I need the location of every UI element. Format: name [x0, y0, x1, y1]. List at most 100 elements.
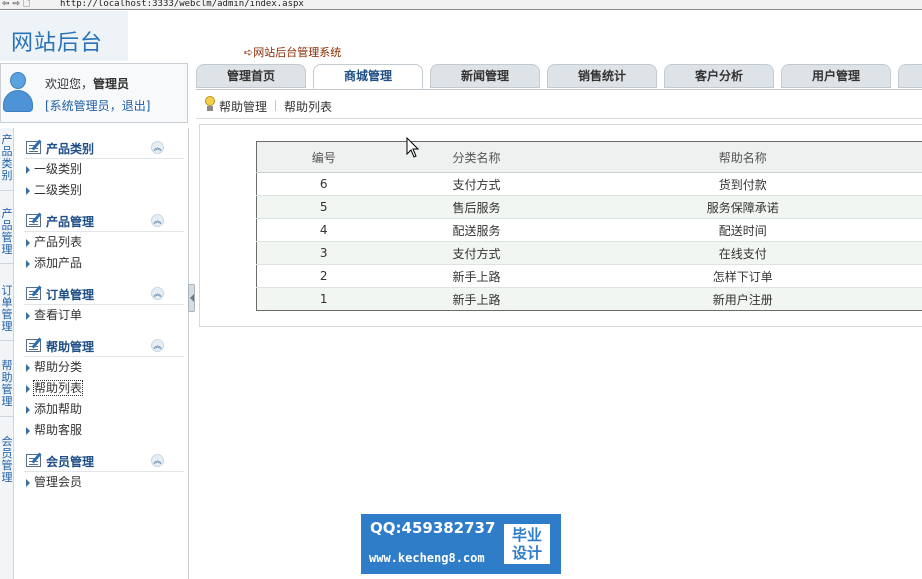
collapse-icon[interactable]: ︽ — [151, 339, 164, 352]
tab-user-management[interactable]: 用户管理 — [781, 64, 891, 88]
table-row[interactable]: 6 支付方式 货到付款 — [256, 172, 922, 196]
edit-icon — [26, 214, 41, 227]
vtab-divider — [0, 190, 14, 191]
sidebar-section-order-management: 订单管理 ︽ 查看订单 — [24, 283, 184, 326]
sidebar-collapse-toggle[interactable] — [188, 284, 195, 312]
tab-sales-statistics[interactable]: 销售统计 — [547, 64, 657, 88]
user-role-link[interactable]: [系统管理员 — [45, 99, 110, 113]
welcome-label: 欢迎您， — [45, 77, 94, 91]
watermark-url: www.kecheng8.com — [369, 551, 485, 565]
section-title: 订单管理 — [46, 288, 95, 302]
cell-id: 1 — [256, 287, 391, 311]
table-row[interactable]: 5 售后服务 服务保障承诺 — [256, 195, 922, 219]
table-row[interactable]: 3 支付方式 在线支付 — [256, 241, 922, 265]
subnav-divider — [275, 100, 276, 111]
sidebar: 产品类别 ︽ 一级类别 二级类别 产品管理 ︽ 产品列表 添加产品 订单管理 ︽… — [14, 128, 189, 579]
section-header[interactable]: 产品类别 ︽ — [24, 137, 184, 159]
table-row[interactable]: 4 配送服务 配送时间 — [256, 218, 922, 242]
vtab-divider — [0, 340, 14, 341]
sidebar-section-help-management: 帮助管理 ︽ 帮助分类 帮助列表 添加帮助 帮助客服 — [24, 335, 184, 441]
watermark-qq: QQ:459382737 — [370, 519, 496, 537]
column-header-id[interactable]: 编号 — [256, 141, 391, 173]
tab-news-management[interactable]: 新闻管理 — [430, 64, 540, 88]
collapse-icon[interactable]: ︽ — [151, 454, 164, 467]
sidebar-item-second-level-category[interactable]: 二级类别 — [24, 180, 184, 201]
vtab-help-management[interactable]: 帮助管理 — [0, 360, 14, 408]
cell-help-name[interactable]: 货到付款 — [562, 172, 922, 196]
tab-customer-analysis[interactable]: 客户分析 — [664, 64, 774, 88]
sidebar-item-product-list[interactable]: 产品列表 — [24, 232, 184, 253]
user-avatar-icon — [3, 72, 33, 114]
watermark-badge-line2: 设计 — [511, 544, 542, 562]
collapse-icon[interactable]: ︽ — [151, 287, 164, 300]
tab-more[interactable] — [898, 64, 922, 88]
cell-help-name[interactable]: 在线支付 — [562, 241, 922, 265]
edit-icon — [26, 339, 41, 352]
user-link-separator: ， — [109, 99, 122, 113]
sidebar-item-first-level-category[interactable]: 一级类别 — [24, 159, 184, 180]
user-panel: 欢迎您，管理员 [系统管理员，退出] — [0, 63, 188, 123]
cell-help-name[interactable]: 怎样下订单 — [562, 264, 922, 288]
tab-mall-management[interactable]: 商城管理 — [313, 64, 423, 89]
content-panel: 编号 分类名称 帮助名称 6 支付方式 货到付款 5 售后服务 服务保障承诺 4… — [199, 124, 922, 327]
vtab-divider — [0, 263, 14, 264]
cell-id: 5 — [256, 195, 391, 219]
watermark-badge: 毕业 设计 — [504, 524, 550, 564]
logo-area: 网站后台 — [0, 11, 128, 61]
subnav-help-management[interactable]: 帮助管理 — [219, 98, 267, 115]
address-url[interactable]: http://localhost:3333/webclm/admin/index… — [60, 0, 304, 9]
collapse-icon[interactable]: ︽ — [151, 214, 164, 227]
user-name: 管理员 — [93, 77, 130, 91]
section-header[interactable]: 帮助管理 ︽ — [24, 335, 184, 357]
edit-icon — [26, 141, 41, 154]
subnav-help-list[interactable]: 帮助列表 — [284, 98, 332, 115]
main-tab-bar: 管理首页 商城管理 新闻管理 销售统计 客户分析 用户管理 — [196, 63, 922, 89]
sidebar-item-help-list[interactable]: 帮助列表 — [24, 378, 184, 399]
cell-id: 4 — [256, 218, 391, 242]
vtab-product-category[interactable]: 产品类别 — [0, 134, 14, 182]
cell-category: 支付方式 — [390, 172, 563, 196]
sidebar-item-help-category[interactable]: 帮助分类 — [24, 357, 184, 378]
cell-help-name[interactable]: 服务保障承诺 — [562, 195, 922, 219]
cell-category: 新手上路 — [390, 264, 563, 288]
section-title: 帮助管理 — [46, 340, 95, 354]
cell-category: 售后服务 — [390, 195, 563, 219]
table-row[interactable]: 2 新手上路 怎样下订单 — [256, 264, 922, 288]
vtab-product-management[interactable]: 产品管理 — [0, 208, 14, 256]
vertical-tab-strip: 产品类别 产品管理 订单管理 帮助管理 会员管理 — [0, 128, 14, 579]
browser-nav-buttons[interactable]: ⇦ ⇨ 🗋 — [2, 0, 30, 9]
sidebar-item-manage-members[interactable]: 管理会员 — [24, 472, 184, 493]
cell-help-name[interactable]: 新用户注册 — [562, 287, 922, 311]
cell-help-name[interactable]: 配送时间 — [562, 218, 922, 242]
cell-category: 支付方式 — [390, 241, 563, 265]
edit-icon — [26, 454, 41, 467]
table-row[interactable]: 1 新手上路 新用户注册 — [256, 287, 922, 311]
sidebar-item-add-product[interactable]: 添加产品 — [24, 253, 184, 274]
tab-admin-home[interactable]: 管理首页 — [196, 64, 306, 88]
sidebar-item-help-support[interactable]: 帮助客服 — [24, 420, 184, 441]
collapse-icon[interactable]: ︽ — [151, 141, 164, 154]
lightbulb-icon — [204, 96, 216, 112]
page-header: 网站后台 ➪网站后台管理系统 — [0, 11, 922, 63]
mouse-cursor-icon — [406, 137, 420, 158]
section-header[interactable]: 订单管理 ︽ — [24, 283, 184, 305]
sub-navigation: 帮助管理 帮助列表 — [196, 89, 922, 119]
sidebar-item-view-orders[interactable]: 查看订单 — [24, 305, 184, 326]
section-title: 产品管理 — [46, 215, 95, 229]
section-header[interactable]: 产品管理 ︽ — [24, 210, 184, 232]
section-header[interactable]: 会员管理 ︽ — [24, 450, 184, 472]
cell-id: 6 — [256, 172, 391, 196]
cell-category: 配送服务 — [390, 218, 563, 242]
welcome-text: 欢迎您，管理员 — [45, 75, 129, 92]
column-header-help-name[interactable]: 帮助名称 — [562, 141, 922, 173]
watermark-banner: QQ:459382737 www.kecheng8.com 毕业 设计 — [361, 514, 561, 574]
table-header-row: 编号 分类名称 帮助名称 — [256, 141, 922, 173]
logout-link[interactable]: 退出] — [122, 99, 151, 113]
vtab-order-management[interactable]: 订单管理 — [0, 285, 14, 333]
vtab-member-management[interactable]: 会员管理 — [0, 436, 14, 484]
sidebar-section-member-management: 会员管理 ︽ 管理会员 — [24, 450, 184, 493]
watermark-badge-line1: 毕业 — [511, 526, 542, 544]
cell-category: 新手上路 — [390, 287, 563, 311]
sidebar-item-add-help[interactable]: 添加帮助 — [24, 399, 184, 420]
vtab-divider — [0, 416, 14, 417]
